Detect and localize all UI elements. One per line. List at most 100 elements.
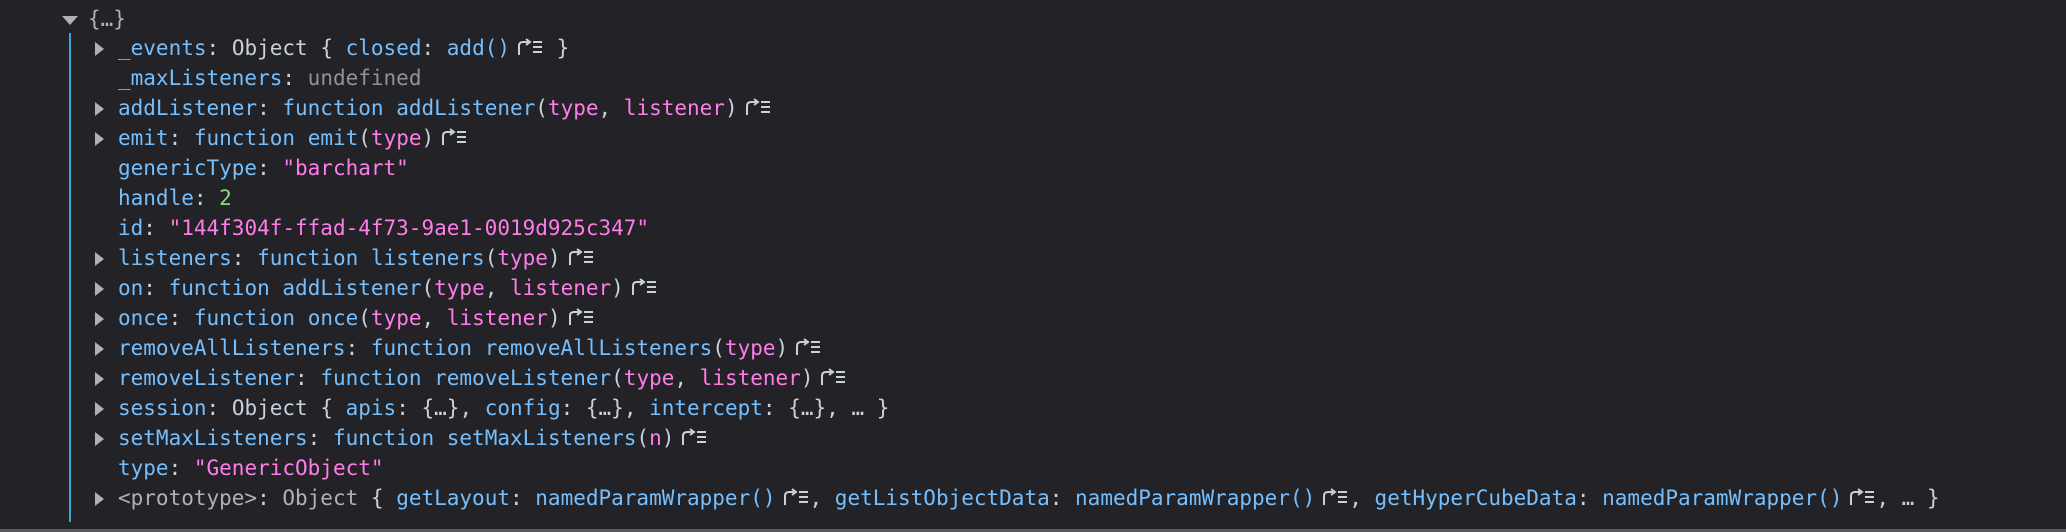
- expand-arrow-icon[interactable]: [95, 402, 104, 416]
- key-separator: :: [193, 186, 220, 210]
- property-row[interactable]: listeners: function listeners(type): [0, 244, 2060, 272]
- object-type: Object: [282, 486, 359, 510]
- property-row[interactable]: once: function once(type, listener): [0, 304, 2060, 332]
- jump-to-definition-icon[interactable]: [1321, 487, 1349, 507]
- comma: ,: [1876, 486, 1902, 510]
- key-separator: :: [1576, 486, 1603, 510]
- preview-key: getListObjectData: [834, 486, 1050, 510]
- property-key: removeAllListeners: [118, 336, 346, 360]
- jump-to-definition-icon[interactable]: [1848, 487, 1876, 507]
- property-content: removeAllListeners: function removeAllLi…: [118, 334, 822, 362]
- property-value: "barchart": [282, 156, 409, 180]
- property-row[interactable]: removeAllListeners: function removeAllLi…: [0, 334, 2060, 362]
- function-name: setMaxListeners: [446, 426, 637, 450]
- paren: ): [547, 246, 561, 270]
- expand-arrow-icon[interactable]: [62, 16, 78, 25]
- paren: ): [661, 426, 675, 450]
- property-content: on: function addListener(type, listener): [118, 274, 658, 302]
- property-key: removeListener: [118, 366, 296, 390]
- property-row[interactable]: emit: function emit(type): [0, 124, 2060, 152]
- comma: ,: [598, 96, 624, 120]
- property-row[interactable]: _events: Object { closed: add() }: [0, 34, 2060, 62]
- preview-value: namedParamWrapper(): [1075, 486, 1316, 510]
- preview-value: {…}: [421, 396, 460, 420]
- root-node[interactable]: {…}: [0, 5, 200, 33]
- function-param: type: [370, 306, 422, 330]
- property-content: session: Object { apis: {…}, config: {…}…: [118, 394, 889, 422]
- property-content: _events: Object { closed: add() }: [118, 34, 569, 62]
- property-key: handle: [118, 186, 194, 210]
- preview-ellipsis: …: [1901, 486, 1915, 510]
- property-key: genericType: [118, 156, 258, 180]
- jump-to-definition-icon[interactable]: [782, 487, 810, 507]
- function-param: listener: [623, 96, 725, 120]
- expand-arrow-icon[interactable]: [95, 432, 104, 446]
- function-keyword: function: [193, 126, 296, 150]
- property-content: id: "144f304f-ffad-4f73-9ae1-0019d925c34…: [118, 214, 649, 242]
- expand-arrow-icon[interactable]: [95, 42, 104, 56]
- property-content: removeListener: function removeListener(…: [118, 364, 847, 392]
- property-row[interactable]: setMaxListeners: function setMaxListener…: [0, 424, 2060, 452]
- key-separator: :: [143, 276, 169, 300]
- property-row[interactable]: on: function addListener(type, listener): [0, 274, 2060, 302]
- key-separator: :: [421, 36, 447, 60]
- property-row[interactable]: session: Object { apis: {…}, config: {…}…: [0, 394, 2060, 422]
- function-name: removeAllListeners: [484, 336, 713, 360]
- preview-value: namedParamWrapper(): [535, 486, 776, 510]
- key-separator: :: [168, 126, 194, 150]
- key-separator: :: [168, 306, 194, 330]
- jump-to-definition-icon[interactable]: [440, 127, 468, 147]
- function-param: type: [497, 246, 548, 270]
- paren: (: [535, 96, 548, 120]
- expand-arrow-icon[interactable]: [95, 132, 104, 146]
- property-row: type: "GenericObject": [0, 454, 2060, 482]
- paren: (: [636, 426, 650, 450]
- key-separator: :: [168, 456, 194, 480]
- comma: ,: [1349, 486, 1375, 510]
- key-separator: :: [206, 396, 232, 420]
- paren: ): [611, 276, 624, 300]
- comma: ,: [826, 396, 852, 420]
- preview-value: add(): [446, 36, 510, 60]
- function-name: addListener: [396, 96, 536, 120]
- jump-to-definition-icon[interactable]: [630, 277, 658, 297]
- property-key: addListener: [118, 96, 258, 120]
- jump-to-definition-icon[interactable]: [744, 97, 772, 117]
- preview-value: namedParamWrapper(): [1602, 486, 1843, 510]
- paren: (: [358, 126, 371, 150]
- jump-to-definition-icon[interactable]: [567, 307, 595, 327]
- property-content: _maxListeners: undefined: [118, 64, 421, 92]
- jump-to-definition-icon[interactable]: [819, 367, 847, 387]
- jump-to-definition-icon[interactable]: [680, 427, 708, 447]
- property-content: once: function once(type, listener): [118, 304, 595, 332]
- property-key: _events: [118, 36, 207, 60]
- property-row[interactable]: addListener: function addListener(type, …: [0, 94, 2060, 122]
- property-value: 2: [219, 186, 232, 210]
- expand-arrow-icon[interactable]: [95, 312, 104, 326]
- expand-arrow-icon[interactable]: [95, 372, 104, 386]
- property-content: setMaxListeners: function setMaxListener…: [118, 424, 708, 452]
- preview-open: {: [320, 396, 346, 420]
- function-param: type: [623, 366, 675, 390]
- jump-to-definition-icon[interactable]: [516, 37, 544, 57]
- property-key: on: [118, 276, 144, 300]
- expand-arrow-icon[interactable]: [95, 252, 104, 266]
- expand-arrow-icon[interactable]: [95, 492, 104, 506]
- function-param: type: [434, 276, 485, 300]
- jump-to-definition-icon[interactable]: [567, 247, 595, 267]
- expand-arrow-icon[interactable]: [95, 282, 104, 296]
- expand-arrow-icon[interactable]: [95, 342, 104, 356]
- paren: (: [421, 276, 435, 300]
- expand-arrow-icon[interactable]: [95, 102, 104, 116]
- preview-key: config: [484, 396, 561, 420]
- jump-to-definition-icon[interactable]: [794, 337, 822, 357]
- property-value: "144f304f-ffad-4f73-9ae1-0019d925c347": [168, 216, 650, 240]
- key-separator: :: [396, 396, 422, 420]
- property-key: type: [118, 456, 169, 480]
- property-row[interactable]: <prototype>: Object { getLayout: namedPa…: [0, 484, 2060, 512]
- property-row[interactable]: removeListener: function removeListener(…: [0, 364, 2060, 392]
- function-keyword: function: [282, 96, 384, 120]
